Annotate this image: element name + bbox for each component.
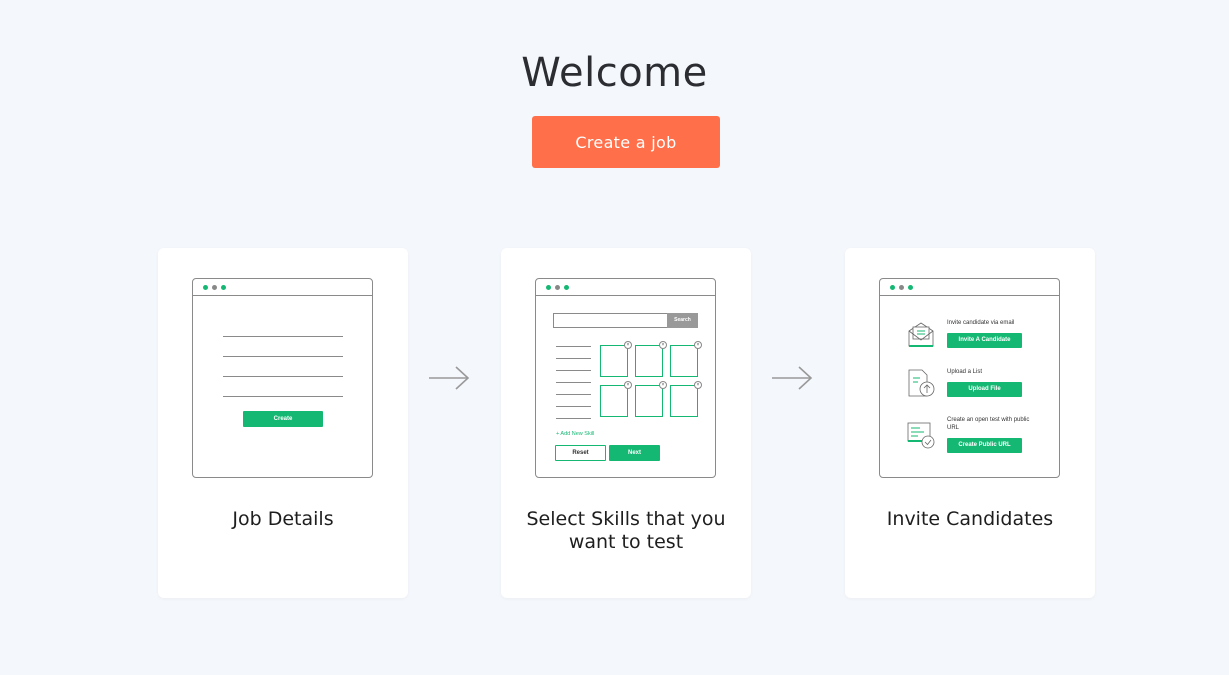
- skill-tile: ×: [670, 341, 702, 377]
- step-card-invite-candidates[interactable]: Invite candidate via email Invite A Cand…: [845, 248, 1095, 598]
- window-dot-icon: [212, 285, 217, 290]
- file-upload-icon: [908, 369, 935, 397]
- mock-create-public-url-button: Create Public URL: [947, 438, 1022, 453]
- mock-add-skill-link: + Add New Skill: [556, 431, 595, 437]
- skill-tile: ×: [635, 341, 667, 377]
- step-label: Invite Candidates: [886, 508, 1054, 530]
- list-line: [556, 370, 591, 371]
- window-dot-icon: [890, 285, 895, 290]
- list-line: [556, 406, 591, 407]
- window-titlebar: [536, 279, 715, 296]
- close-icon: ×: [694, 341, 702, 349]
- step-card-job-details[interactable]: Create Job Details: [158, 248, 408, 598]
- create-job-button[interactable]: Create a job: [532, 116, 720, 168]
- skill-tile: ×: [670, 381, 702, 417]
- mock-invite-candidate-button: Invite A Candidate: [947, 333, 1022, 348]
- list-line: [556, 394, 591, 395]
- window-dot-icon: [203, 285, 208, 290]
- list-line: [556, 346, 591, 347]
- job-details-illustration: Create: [192, 278, 373, 478]
- form-line: [223, 356, 343, 357]
- close-icon: ×: [624, 381, 632, 389]
- mock-upload-file-button: Upload File: [947, 382, 1022, 397]
- skill-tile: ×: [600, 341, 632, 377]
- list-line: [556, 358, 591, 359]
- close-icon: ×: [659, 341, 667, 349]
- list-line: [556, 382, 591, 383]
- window-dot-icon: [908, 285, 913, 290]
- step-card-select-skills[interactable]: Search × × × × × × + Add New Skill Reset…: [501, 248, 751, 598]
- arrow-right-icon: [772, 366, 813, 390]
- arrow-right-icon: [429, 366, 470, 390]
- window-dot-icon: [546, 285, 551, 290]
- invite-email-text: Invite candidate via email: [947, 320, 1015, 326]
- window-dot-icon: [555, 285, 560, 290]
- window-titlebar: [193, 279, 372, 296]
- step-label: Job Details: [232, 508, 334, 530]
- form-line: [223, 396, 343, 397]
- step-label: Select Skills that you want to test: [526, 508, 726, 553]
- list-line: [556, 418, 591, 419]
- form-line: [223, 336, 343, 337]
- mock-next-button: Next: [609, 445, 660, 461]
- window-dot-icon: [564, 285, 569, 290]
- envelope-icon: [908, 322, 934, 347]
- skill-tile: ×: [600, 381, 632, 417]
- public-url-text: Create an open test with public URL: [947, 417, 1030, 431]
- mock-search-button: Search: [667, 313, 698, 328]
- close-icon: ×: [624, 341, 632, 349]
- select-skills-illustration: Search × × × × × × + Add New Skill Reset…: [535, 278, 716, 478]
- form-line: [223, 376, 343, 377]
- invite-candidates-illustration: Invite candidate via email Invite A Cand…: [879, 278, 1060, 478]
- mock-create-button: Create: [243, 411, 323, 427]
- close-icon: ×: [694, 381, 702, 389]
- upload-list-text: Upload a List: [947, 369, 983, 375]
- mock-search-input: [553, 313, 668, 328]
- window-titlebar: [880, 279, 1059, 296]
- public-url-icon: [907, 422, 935, 449]
- window-dot-icon: [899, 285, 904, 290]
- window-dot-icon: [221, 285, 226, 290]
- skill-tile: ×: [635, 381, 667, 417]
- close-icon: ×: [659, 381, 667, 389]
- page-title: Welcome: [521, 50, 708, 96]
- mock-reset-button: Reset: [555, 445, 606, 461]
